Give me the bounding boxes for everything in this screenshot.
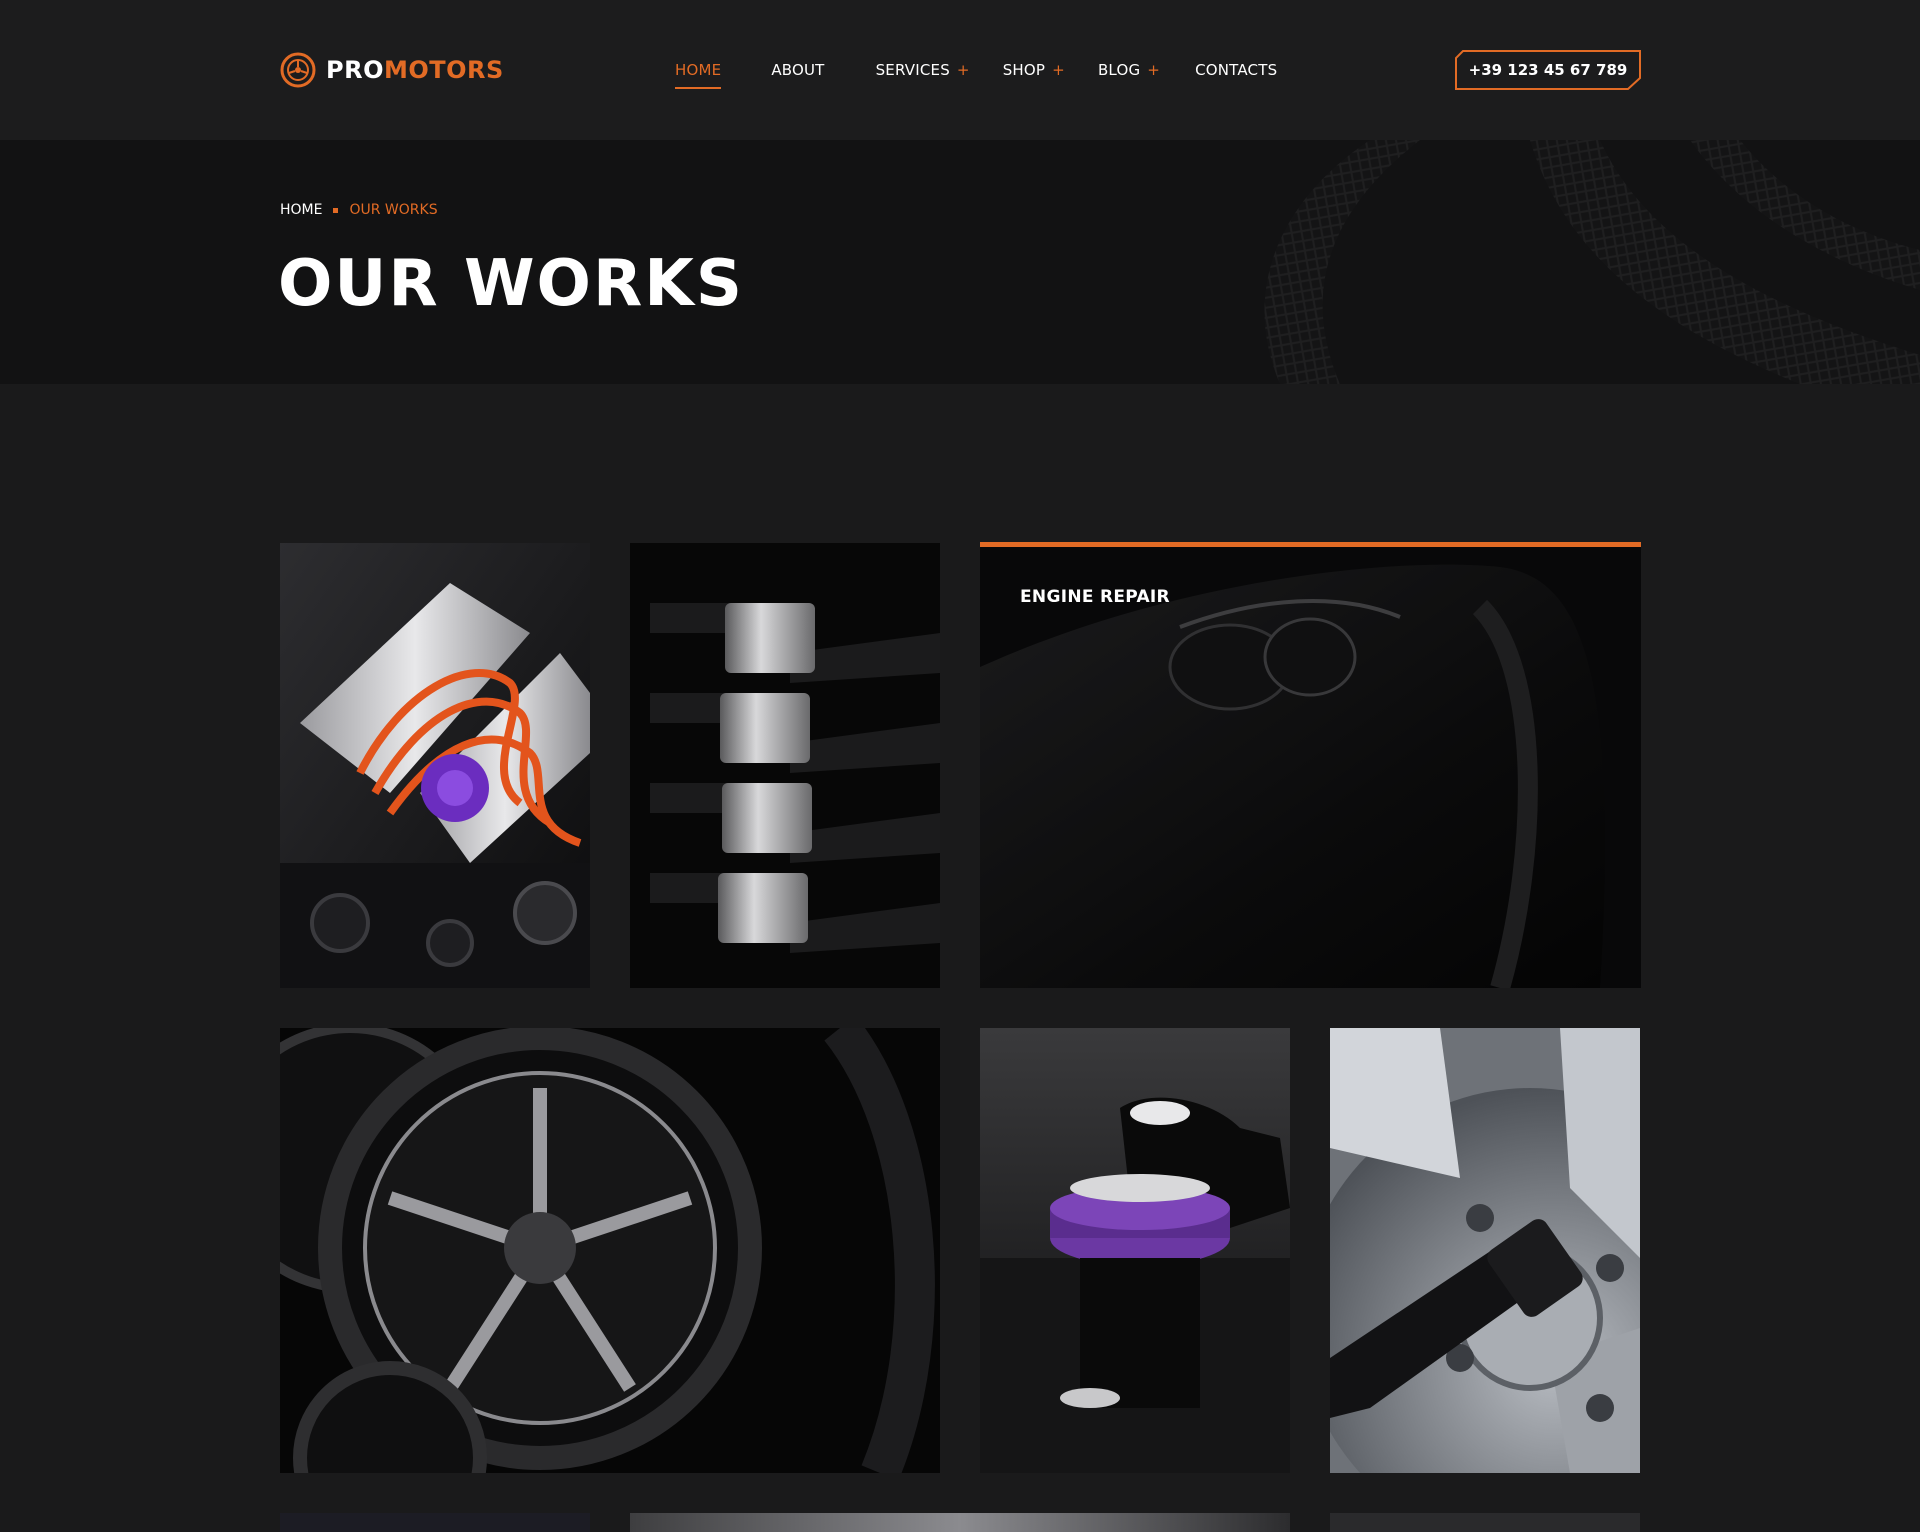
brand-name: PROMOTORS xyxy=(326,56,504,84)
nav-item-label: SHOP xyxy=(1002,61,1046,79)
breadcrumb-home-link[interactable]: HOME xyxy=(280,202,322,218)
phone-number: +39 123 45 67 789 xyxy=(1468,61,1628,79)
partial-image xyxy=(280,1513,590,1532)
alloy-wheels-image xyxy=(280,1028,940,1473)
page-title: OUR WORKS xyxy=(278,247,744,321)
page-title-banner: HOME OUR WORKS OUR WORKS xyxy=(0,140,1920,384)
nav-item-blog[interactable]: BLOG + xyxy=(1098,55,1160,85)
expand-plus-icon: + xyxy=(1147,61,1161,79)
car-headlight-image xyxy=(980,547,1641,988)
gallery-tile-partial-1[interactable] xyxy=(280,1513,590,1532)
nav-item-services[interactable]: SERVICES + xyxy=(876,55,970,85)
nav-item-home[interactable]: HOME xyxy=(675,55,722,89)
gallery-tile-partial-2[interactable] xyxy=(630,1513,1290,1532)
gallery-tile-engine-repair[interactable]: ENGINE REPAIR xyxy=(980,542,1641,988)
nav-item-label: ABOUT xyxy=(771,61,825,79)
partial-image xyxy=(630,1513,1290,1532)
site-header: PROMOTORS HOME ABOUT SERVICES + SHOP + B… xyxy=(0,0,1920,140)
gallery-tile-polishing[interactable] xyxy=(980,1028,1290,1473)
nav-item-contacts[interactable]: CONTACTS xyxy=(1195,55,1277,85)
nav-item-about[interactable]: ABOUT xyxy=(771,55,824,85)
brand-logo[interactable]: PROMOTORS xyxy=(280,52,504,88)
tile-caption: ENGINE REPAIR xyxy=(1020,587,1170,607)
wheel-impact-wrench-image xyxy=(1330,1028,1640,1473)
gallery-tile-wheel-wrench[interactable] xyxy=(1330,1028,1640,1473)
gallery-tile-alloy-wheels[interactable] xyxy=(280,1028,940,1473)
gallery-tile-suspension[interactable] xyxy=(630,543,940,988)
nav-item-label: CONTACTS xyxy=(1195,61,1278,79)
tire-tracks-decoration xyxy=(1264,140,1920,384)
tire-logo-icon xyxy=(280,52,316,88)
nav-item-shop[interactable]: SHOP + xyxy=(1003,55,1065,85)
nav-item-label: BLOG xyxy=(1097,61,1141,79)
nav-item-label: SERVICES xyxy=(875,61,950,79)
engine-bay-image xyxy=(280,543,590,988)
breadcrumb: HOME OUR WORKS xyxy=(280,202,438,218)
expand-plus-icon: + xyxy=(1052,61,1065,79)
expand-plus-icon: + xyxy=(956,61,970,79)
gallery-tile-partial-3[interactable] xyxy=(1330,1513,1640,1532)
breadcrumb-current: OUR WORKS xyxy=(349,202,438,218)
breadcrumb-separator xyxy=(333,207,339,213)
nav-item-label: HOME xyxy=(675,61,722,79)
suspension-parts-image xyxy=(630,543,940,988)
partial-image xyxy=(1330,1513,1640,1532)
gallery-tile-engine-bay[interactable] xyxy=(280,543,590,988)
main-nav: HOME ABOUT SERVICES + SHOP + BLOG + CONT… xyxy=(675,55,1277,89)
phone-button[interactable]: +39 123 45 67 789 xyxy=(1455,50,1641,90)
polishing-machine-image xyxy=(980,1028,1290,1473)
